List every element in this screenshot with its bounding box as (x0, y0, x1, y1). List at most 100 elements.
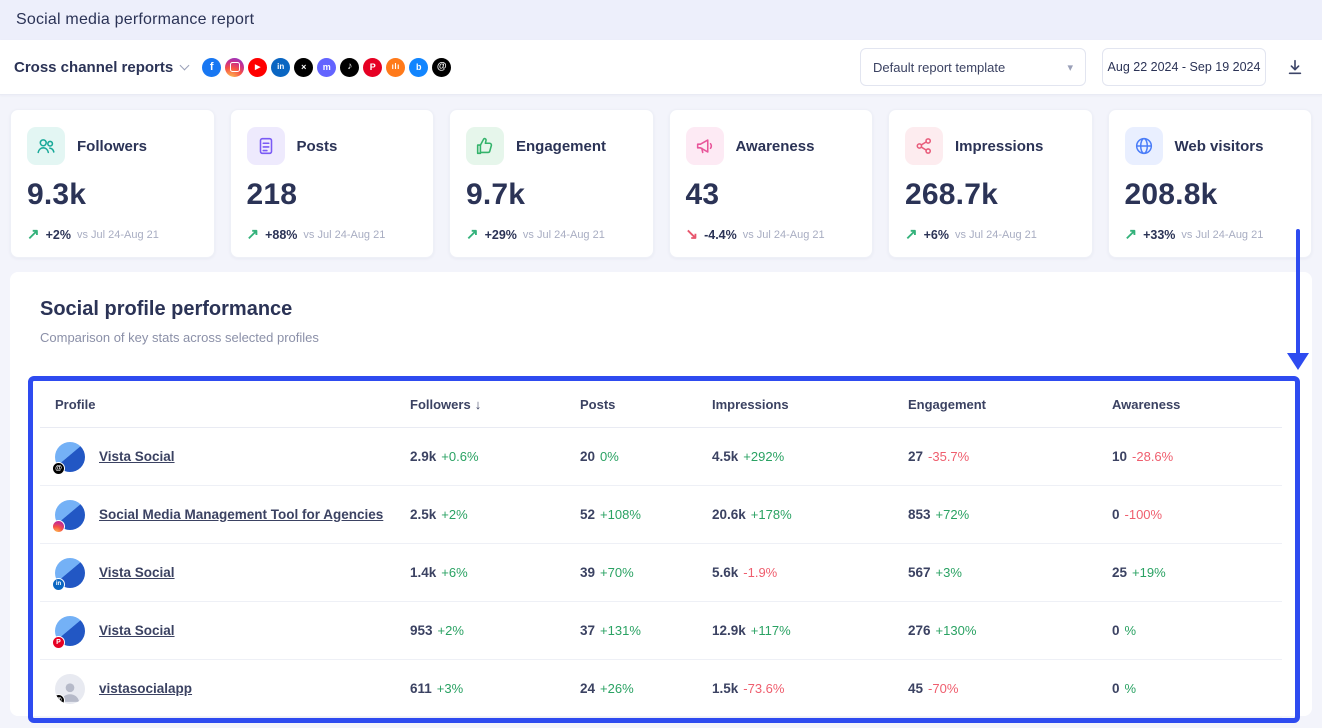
posts-cell: 200% (580, 448, 712, 466)
stat-value: 9.7k (466, 178, 637, 212)
stat-compare: vs Jul 24-Aug 21 (523, 229, 605, 241)
profile-avatar: @ (55, 674, 85, 704)
engagement-cell: 276+130% (908, 622, 1112, 640)
social-profile-performance-panel: Social profile performance Comparison of… (10, 272, 1312, 716)
profile-link[interactable]: Social Media Management Tool for Agencie… (99, 507, 383, 522)
youtube-icon[interactable]: ▶ (248, 58, 267, 77)
awareness-cell: 0% (1112, 680, 1282, 698)
caret-down-icon: ▾ (1067, 61, 1073, 74)
stat-label: Engagement (516, 138, 606, 155)
table-row: P Vista Social 953+2% 37+131% 12.9k+117%… (40, 602, 1282, 660)
followers-cell: 2.9k+0.6% (410, 448, 580, 466)
section-title: Social profile performance (40, 298, 1282, 321)
date-range-picker[interactable]: Aug 22 2024 - Sep 19 2024 (1102, 48, 1266, 86)
stat-value: 43 (686, 178, 857, 212)
impressions-cell: 4.5k+292% (712, 448, 908, 466)
column-header-awareness[interactable]: Awareness (1112, 397, 1282, 412)
table-row: Social Media Management Tool for Agencie… (40, 486, 1282, 544)
stat-compare: vs Jul 24-Aug 21 (955, 229, 1037, 241)
toolbar: Cross channel reports f ▶ in × m ♪ P ılı… (0, 40, 1322, 95)
stat-card-awareness: Awareness 43 ↘ -4.4% vs Jul 24-Aug 21 (669, 109, 874, 258)
cross-channel-reports-dropdown[interactable]: Cross channel reports (14, 59, 188, 76)
stats-card-row: Followers 9.3k ↗ +2% vs Jul 24-Aug 21 Po… (0, 95, 1322, 270)
table-row: @ vistasocialapp 611+3% 24+26% 1.5k-73.6… (40, 660, 1282, 718)
report-template-select[interactable]: Default report template ▾ (860, 48, 1086, 86)
posts-icon (247, 127, 285, 165)
followers-cell: 953+2% (410, 622, 580, 640)
bluesky-icon[interactable]: b (409, 58, 428, 77)
profile-cell: @ vistasocialapp (55, 674, 410, 704)
column-header-profile[interactable]: Profile (55, 397, 410, 412)
section-subtitle: Comparison of key stats across selected … (40, 330, 1282, 345)
profile-link[interactable]: vistasocialapp (99, 681, 192, 696)
stat-value: 208.8k (1125, 178, 1296, 212)
pinterest-icon[interactable]: P (363, 58, 382, 77)
impressions-cell: 12.9k+117% (712, 622, 908, 640)
pinterest-badge-icon: P (52, 636, 65, 649)
trend-up-icon: ↗ (247, 227, 260, 242)
posts-cell: 37+131% (580, 622, 712, 640)
stat-change: +29% (485, 228, 517, 242)
profile-cell: Social Media Management Tool for Agencie… (55, 500, 410, 530)
trend-up-icon: ↗ (1125, 227, 1138, 242)
column-header-impressions[interactable]: Impressions (712, 397, 908, 412)
awareness-cell: 25+19% (1112, 564, 1282, 582)
reddit-icon[interactable]: ılı (386, 58, 405, 77)
download-report-button[interactable] (1282, 54, 1308, 80)
mastodon-icon[interactable]: m (317, 58, 336, 77)
stat-card-engagement: Engagement 9.7k ↗ +29% vs Jul 24-Aug 21 (449, 109, 654, 258)
stat-value: 268.7k (905, 178, 1076, 212)
page-title: Social media performance report (16, 11, 254, 29)
profile-cell: P Vista Social (55, 616, 410, 646)
x-twitter-icon[interactable]: × (294, 58, 313, 77)
stat-compare: vs Jul 24-Aug 21 (743, 229, 825, 241)
stat-change: +6% (924, 228, 949, 242)
stat-label: Followers (77, 138, 147, 155)
table-header-row: Profile Followers↓ Posts Impressions Eng… (40, 375, 1282, 428)
trend-up-icon: ↗ (466, 227, 479, 242)
impressions-cell: 1.5k-73.6% (712, 680, 908, 698)
trend-up-icon: ↗ (905, 227, 918, 242)
posts-cell: 24+26% (580, 680, 712, 698)
profile-avatar (55, 500, 85, 530)
profile-link[interactable]: Vista Social (99, 623, 175, 638)
stat-label: Posts (297, 138, 338, 155)
globe-icon (1125, 127, 1163, 165)
table-row: @ Vista Social 2.9k+0.6% 200% 4.5k+292% … (40, 428, 1282, 486)
engagement-cell: 567+3% (908, 564, 1112, 582)
trend-up-icon: ↗ (27, 227, 40, 242)
posts-cell: 39+70% (580, 564, 712, 582)
column-header-posts[interactable]: Posts (580, 397, 712, 412)
instagram-icon[interactable] (225, 58, 244, 77)
profile-avatar: P (55, 616, 85, 646)
threads-icon[interactable]: @ (432, 58, 451, 77)
stat-change: -4.4% (704, 228, 737, 242)
profile-link[interactable]: Vista Social (99, 449, 175, 464)
tiktok-icon[interactable]: ♪ (340, 58, 359, 77)
awareness-cell: 0% (1112, 622, 1282, 640)
sort-desc-icon: ↓ (475, 397, 482, 412)
column-header-engagement[interactable]: Engagement (908, 397, 1112, 412)
date-range-value: Aug 22 2024 - Sep 19 2024 (1108, 60, 1261, 74)
followers-icon (27, 127, 65, 165)
profile-cell: in Vista Social (55, 558, 410, 588)
top-bar: Social media performance report (0, 0, 1322, 40)
linkedin-icon[interactable]: in (271, 58, 290, 77)
profile-avatar: @ (55, 442, 85, 472)
awareness-cell: 10-28.6% (1112, 448, 1282, 466)
linkedin-badge-icon: in (52, 578, 65, 591)
stat-change: +33% (1143, 228, 1175, 242)
engagement-cell: 27-35.7% (908, 448, 1112, 466)
profile-performance-table: Profile Followers↓ Posts Impressions Eng… (40, 375, 1282, 718)
profile-link[interactable]: Vista Social (99, 565, 175, 580)
profile-avatar: in (55, 558, 85, 588)
threads-badge-icon: @ (52, 462, 65, 475)
report-template-value: Default report template (873, 60, 1005, 75)
posts-cell: 52+108% (580, 506, 712, 524)
trend-down-icon: ↘ (686, 227, 699, 242)
column-header-followers[interactable]: Followers↓ (410, 397, 580, 412)
facebook-icon[interactable]: f (202, 58, 221, 77)
section-label-text: Cross channel reports (14, 59, 173, 76)
followers-cell: 2.5k+2% (410, 506, 580, 524)
awareness-cell: 0-100% (1112, 506, 1282, 524)
